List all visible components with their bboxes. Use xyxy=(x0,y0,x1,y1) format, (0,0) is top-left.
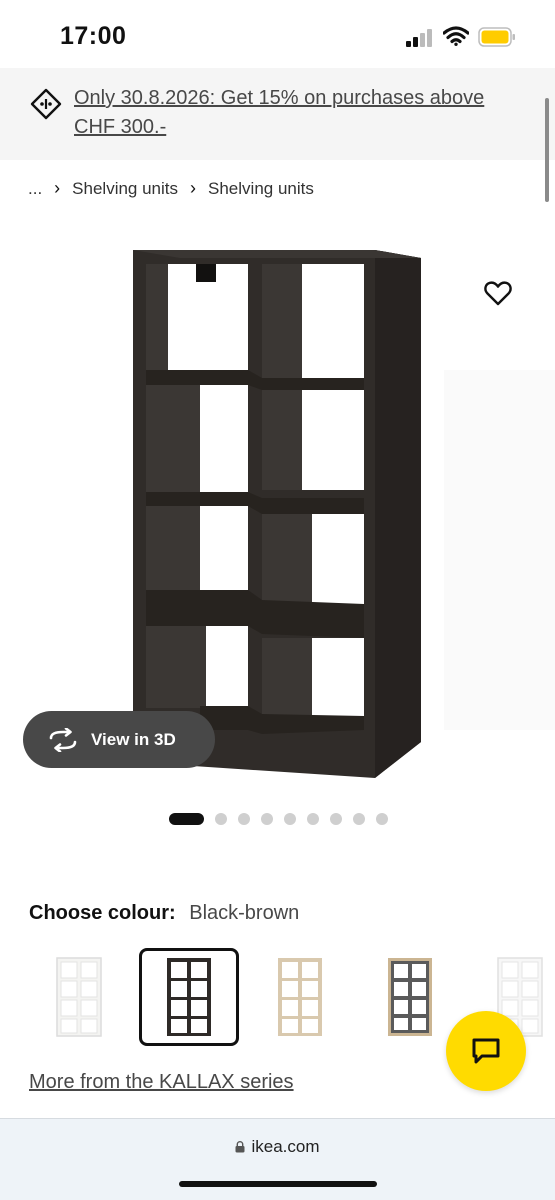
chat-button[interactable] xyxy=(446,1011,526,1091)
colour-swatch-oak-effect[interactable] xyxy=(250,948,350,1046)
wifi-icon xyxy=(443,26,469,46)
url-display[interactable]: ikea.com xyxy=(0,1137,555,1157)
product-image[interactable] xyxy=(0,230,555,790)
status-time: 17:00 xyxy=(60,22,127,50)
heart-icon[interactable] xyxy=(484,280,512,306)
carousel-dot-active[interactable] xyxy=(169,813,204,825)
shelf-thumbnail-icon xyxy=(56,957,102,1037)
carousel-dot[interactable] xyxy=(261,813,273,825)
price-tag-icon xyxy=(30,88,62,120)
promo-link[interactable]: Only 30.8.2026: Get 15% on purchases abo… xyxy=(74,84,514,142)
page-scrollbar[interactable] xyxy=(545,98,549,202)
chat-bubble-icon xyxy=(472,1038,500,1064)
chevron-right-icon: › xyxy=(190,178,197,198)
breadcrumb-item-shelving-units[interactable]: Shelving units xyxy=(208,179,314,199)
view-in-3d-label: View in 3D xyxy=(91,729,176,749)
shelf-thumbnail-icon xyxy=(278,958,322,1036)
breadcrumb: ... › Shelving units › Shelving units xyxy=(28,178,314,199)
colour-swatch-grey-wood-effect[interactable] xyxy=(360,948,460,1046)
breadcrumb-ellipsis[interactable]: ... xyxy=(28,179,42,199)
browser-address-bar[interactable]: ikea.com xyxy=(0,1118,555,1200)
kallax-series-link[interactable]: More from the KALLAX series xyxy=(29,1071,294,1094)
promo-banner[interactable]: Only 30.8.2026: Get 15% on purchases abo… xyxy=(0,68,555,160)
selected-colour-value: Black-brown xyxy=(189,902,300,924)
shelf-thumbnail-icon xyxy=(167,958,211,1036)
status-bar: 17:00 xyxy=(0,0,555,68)
image-carousel-dots xyxy=(169,813,399,825)
carousel-dot[interactable] xyxy=(284,813,296,825)
home-indicator[interactable] xyxy=(179,1181,377,1187)
lock-icon xyxy=(235,1141,245,1153)
battery-icon xyxy=(478,27,515,47)
cellular-signal-icon xyxy=(406,29,432,47)
carousel-dot[interactable] xyxy=(376,813,388,825)
rotate-3d-icon xyxy=(49,727,77,752)
carousel-dot[interactable] xyxy=(238,813,250,825)
breadcrumb-item-shelving-units-parent[interactable]: Shelving units xyxy=(72,179,178,199)
choose-colour-label: Choose colour: xyxy=(29,902,176,924)
shelf-thumbnail-icon xyxy=(388,958,432,1036)
chevron-right-icon: › xyxy=(54,178,61,198)
carousel-dot[interactable] xyxy=(215,813,227,825)
carousel-dot[interactable] xyxy=(330,813,342,825)
carousel-dot[interactable] xyxy=(307,813,319,825)
colour-selector-heading: Choose colour: Black-brown xyxy=(29,902,299,925)
colour-swatch-white[interactable] xyxy=(29,948,129,1046)
carousel-dot[interactable] xyxy=(353,813,365,825)
view-in-3d-button[interactable]: View in 3D xyxy=(23,711,215,768)
colour-swatch-black-brown[interactable] xyxy=(139,948,239,1046)
url-text: ikea.com xyxy=(251,1137,320,1156)
